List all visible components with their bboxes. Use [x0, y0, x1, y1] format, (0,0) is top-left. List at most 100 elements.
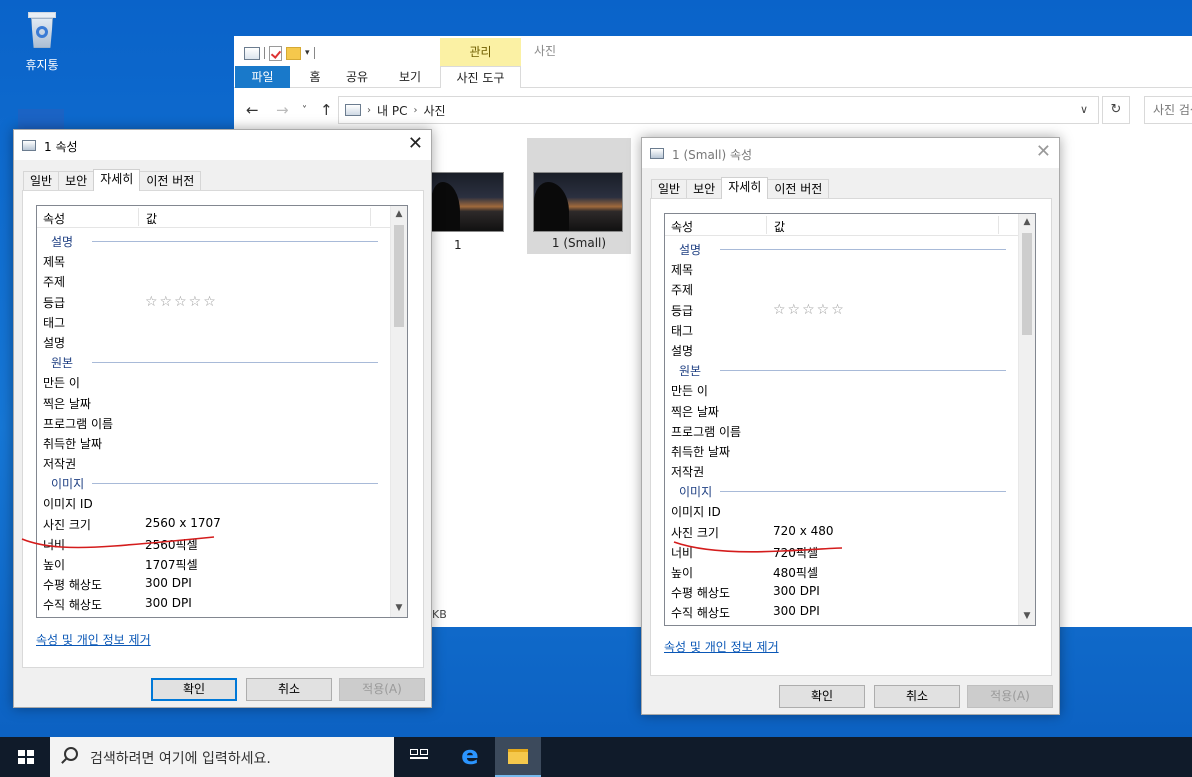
vertical-scrollbar[interactable]: ▲ ▼: [390, 206, 407, 617]
property-group-header[interactable]: 설명: [665, 238, 1018, 258]
tab-file[interactable]: 파일: [235, 66, 290, 88]
property-row[interactable]: 등급 ☆☆☆☆☆: [665, 299, 1018, 319]
column-property[interactable]: 속성: [671, 218, 693, 235]
property-row[interactable]: 찍은 날짜: [665, 400, 1018, 420]
property-row[interactable]: 제목: [37, 250, 390, 270]
breadcrumb-pictures[interactable]: 사진: [423, 102, 445, 119]
customize-toolbar-icon[interactable]: ▾: [305, 48, 310, 58]
tab-share[interactable]: 공유: [340, 66, 374, 88]
property-row[interactable]: 사진 크기 720 x 480: [665, 521, 1018, 541]
property-list[interactable]: 속성 값 설명 제목 주제 등급 ☆☆☆☆☆ 태그 설명 원본 만든 이 찍은 날짜 프로그램 이름…: [36, 205, 408, 618]
start-button[interactable]: [0, 737, 50, 777]
property-row[interactable]: 수직 해상도 300 DPI: [665, 601, 1018, 621]
property-row[interactable]: 제목: [665, 258, 1018, 278]
address-dropdown-icon[interactable]: ∨: [1080, 103, 1088, 116]
file-item-1[interactable]: 1: [430, 138, 510, 258]
property-group-header[interactable]: 설명: [37, 230, 390, 250]
recent-locations-icon[interactable]: ˅: [302, 105, 307, 116]
apply-button[interactable]: 적용(A): [339, 678, 425, 701]
column-value[interactable]: 값: [146, 210, 157, 227]
up-arrow-icon[interactable]: ↑: [320, 101, 333, 119]
property-row[interactable]: 주제: [665, 278, 1018, 298]
property-group-header[interactable]: 원본: [37, 351, 390, 371]
scroll-up-icon[interactable]: ▲: [1019, 214, 1035, 231]
scroll-down-icon[interactable]: ▼: [1019, 608, 1035, 625]
cancel-button[interactable]: 취소: [246, 678, 332, 701]
tab-security[interactable]: 보안: [58, 171, 95, 191]
property-row[interactable]: 수직 해상도 300 DPI: [37, 593, 390, 613]
property-row[interactable]: 너비 2560픽셀: [37, 533, 390, 553]
property-row[interactable]: 만든 이: [665, 379, 1018, 399]
new-folder-icon[interactable]: [286, 46, 301, 60]
column-value[interactable]: 값: [774, 218, 785, 235]
property-row[interactable]: 저작권: [37, 452, 390, 472]
property-row[interactable]: 수평 해상도 300 DPI: [665, 581, 1018, 601]
property-group-header[interactable]: 이미지: [37, 472, 390, 492]
property-row[interactable]: 태그: [37, 311, 390, 331]
taskbar: 검색하려면 여기에 입력하세요. e: [0, 737, 1192, 777]
tab-details[interactable]: 자세히: [93, 169, 141, 191]
property-list[interactable]: 속성 값 설명 제목 주제 등급 ☆☆☆☆☆ 태그 설명 원본 만든 이 찍은 날짜 프로그램 이름…: [664, 213, 1036, 626]
tab-home[interactable]: 홈: [300, 66, 330, 88]
ribbon-context-header: 관리: [440, 38, 521, 66]
edge-icon[interactable]: e: [458, 743, 482, 769]
refresh-icon[interactable]: ↻: [1102, 96, 1130, 124]
ok-button[interactable]: 확인: [151, 678, 237, 701]
property-row[interactable]: 높이 1707픽셀: [37, 553, 390, 573]
properties-icon[interactable]: [269, 45, 282, 61]
taskbar-search-box[interactable]: 검색하려면 여기에 입력하세요.: [50, 737, 394, 777]
task-view-icon[interactable]: [410, 749, 428, 765]
property-row[interactable]: 너비 720픽셀: [665, 541, 1018, 561]
rating-stars[interactable]: ☆☆☆☆☆: [145, 294, 218, 310]
property-row[interactable]: 설명: [37, 331, 390, 351]
back-arrow-icon[interactable]: ←: [246, 101, 259, 119]
property-row[interactable]: 수평 해상도 300 DPI: [37, 573, 390, 593]
column-property[interactable]: 속성: [43, 210, 65, 227]
scroll-down-icon[interactable]: ▼: [391, 600, 407, 617]
scroll-up-icon[interactable]: ▲: [391, 206, 407, 223]
remove-properties-link[interactable]: 속성 및 개인 정보 제거: [664, 638, 779, 655]
recycle-bin-shortcut[interactable]: 휴지통: [12, 10, 72, 73]
tab-security[interactable]: 보안: [686, 179, 723, 199]
tab-picture-tools[interactable]: 사진 도구: [440, 66, 521, 88]
property-row[interactable]: 사진 크기 2560 x 1707: [37, 513, 390, 533]
forward-arrow-icon[interactable]: →: [276, 101, 289, 119]
tab-view[interactable]: 보기: [392, 66, 428, 88]
file-item-1-small[interactable]: 1 (Small): [527, 138, 631, 254]
property-row[interactable]: 찍은 날짜: [37, 392, 390, 412]
tab-previous-versions[interactable]: 이전 버전: [139, 171, 202, 191]
property-row[interactable]: 높이 480픽셀: [665, 561, 1018, 581]
property-row[interactable]: 프로그램 이름: [37, 412, 390, 432]
close-icon[interactable]: ✕: [1036, 142, 1051, 162]
property-row[interactable]: 이미지 ID: [665, 500, 1018, 520]
vertical-scrollbar[interactable]: ▲ ▼: [1018, 214, 1035, 625]
scroll-thumb[interactable]: [1022, 233, 1032, 335]
property-group-header[interactable]: 원본: [665, 359, 1018, 379]
ok-button[interactable]: 확인: [779, 685, 865, 708]
property-row[interactable]: 취득한 날짜: [37, 432, 390, 452]
breadcrumb-this-pc[interactable]: 내 PC: [377, 102, 407, 119]
property-row[interactable]: 저작권: [665, 460, 1018, 480]
rating-stars[interactable]: ☆☆☆☆☆: [773, 302, 846, 318]
property-row[interactable]: 등급 ☆☆☆☆☆: [37, 291, 390, 311]
file-explorer-icon[interactable]: [495, 737, 541, 777]
property-row[interactable]: 주제: [37, 270, 390, 290]
close-icon[interactable]: ✕: [408, 134, 423, 154]
property-row[interactable]: 태그: [665, 319, 1018, 339]
remove-properties-link[interactable]: 속성 및 개인 정보 제거: [36, 631, 151, 648]
property-group-header[interactable]: 이미지: [665, 480, 1018, 500]
scroll-thumb[interactable]: [394, 225, 404, 327]
tab-previous-versions[interactable]: 이전 버전: [767, 179, 830, 199]
property-row[interactable]: 설명: [665, 339, 1018, 359]
search-input[interactable]: 사진 검색: [1144, 96, 1192, 124]
tab-general[interactable]: 일반: [23, 171, 60, 191]
property-row[interactable]: 프로그램 이름: [665, 420, 1018, 440]
property-row[interactable]: 취득한 날짜: [665, 440, 1018, 460]
apply-button[interactable]: 적용(A): [967, 685, 1053, 708]
property-row[interactable]: 만든 이: [37, 371, 390, 391]
cancel-button[interactable]: 취소: [874, 685, 960, 708]
tab-general[interactable]: 일반: [651, 179, 688, 199]
address-bar[interactable]: › 내 PC › 사진: [338, 96, 1099, 124]
tab-details[interactable]: 자세히: [721, 177, 769, 199]
property-row[interactable]: 이미지 ID: [37, 492, 390, 512]
